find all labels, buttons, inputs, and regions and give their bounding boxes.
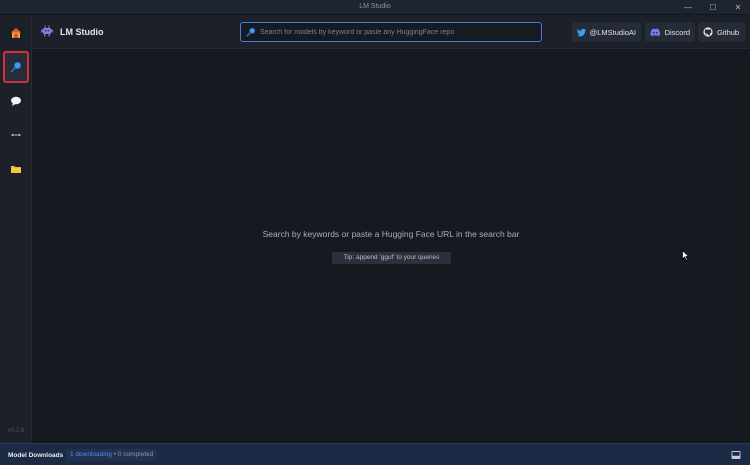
maximize-button[interactable]: ☐ — [699, 0, 727, 15]
arrows-icon — [11, 133, 21, 137]
sidebar-item-local-server[interactable] — [3, 119, 29, 151]
twitter-link-button[interactable]: @LMStudioAI — [572, 22, 641, 42]
model-search-input[interactable] — [260, 25, 536, 40]
home-icon — [11, 28, 21, 38]
search-tip: Tip: append 'gguf' to your queries — [332, 252, 451, 264]
sidebar: v0.2.8 — [0, 15, 32, 443]
panel-toggle-icon[interactable] — [731, 450, 741, 460]
discord-icon — [650, 28, 661, 36]
downloading-count: 1 downloading — [70, 451, 112, 458]
magnifier-icon — [246, 27, 256, 37]
top-bar: LM Studio @LMStudioAI Discord Github — [32, 15, 750, 49]
lm-studio-logo-icon — [41, 25, 53, 37]
search-results-area: Search by keywords or paste a Hugging Fa… — [32, 49, 750, 443]
sidebar-item-chat[interactable] — [3, 85, 29, 117]
download-status[interactable]: 1 downloading • 0 completed — [66, 449, 158, 461]
github-link-label: Github — [717, 27, 740, 37]
discord-link-label: Discord — [664, 27, 690, 37]
github-icon — [703, 27, 713, 37]
github-link-button[interactable]: Github — [698, 22, 745, 42]
mouse-cursor-icon — [682, 250, 690, 261]
app-name: LM Studio — [60, 27, 104, 37]
sidebar-item-home[interactable] — [3, 17, 29, 49]
app-version: v0.2.8 — [7, 428, 25, 434]
window-titlebar: LM Studio — ☐ ✕ — [0, 0, 750, 15]
model-downloads-title: Model Downloads — [8, 452, 64, 459]
status-separator: • — [113, 451, 117, 458]
close-button[interactable]: ✕ — [724, 0, 750, 15]
model-search-box[interactable] — [240, 22, 542, 42]
empty-state-message: Search by keywords or paste a Hugging Fa… — [262, 229, 520, 239]
window-title: LM Studio — [359, 3, 391, 10]
discord-link-button[interactable]: Discord — [645, 22, 695, 42]
sidebar-item-search[interactable] — [3, 51, 29, 83]
minimize-button[interactable]: — — [674, 0, 702, 15]
folder-icon — [11, 166, 21, 173]
magnifier-icon — [10, 61, 22, 73]
completed-count: 0 completed — [117, 451, 154, 458]
model-downloads-bar[interactable]: Model Downloads 1 downloading • 0 comple… — [0, 443, 750, 465]
chat-bubble-icon — [11, 96, 21, 106]
twitter-link-label: @LMStudioAI — [589, 27, 636, 37]
sidebar-item-my-models[interactable] — [3, 153, 29, 185]
twitter-icon — [577, 28, 586, 36]
